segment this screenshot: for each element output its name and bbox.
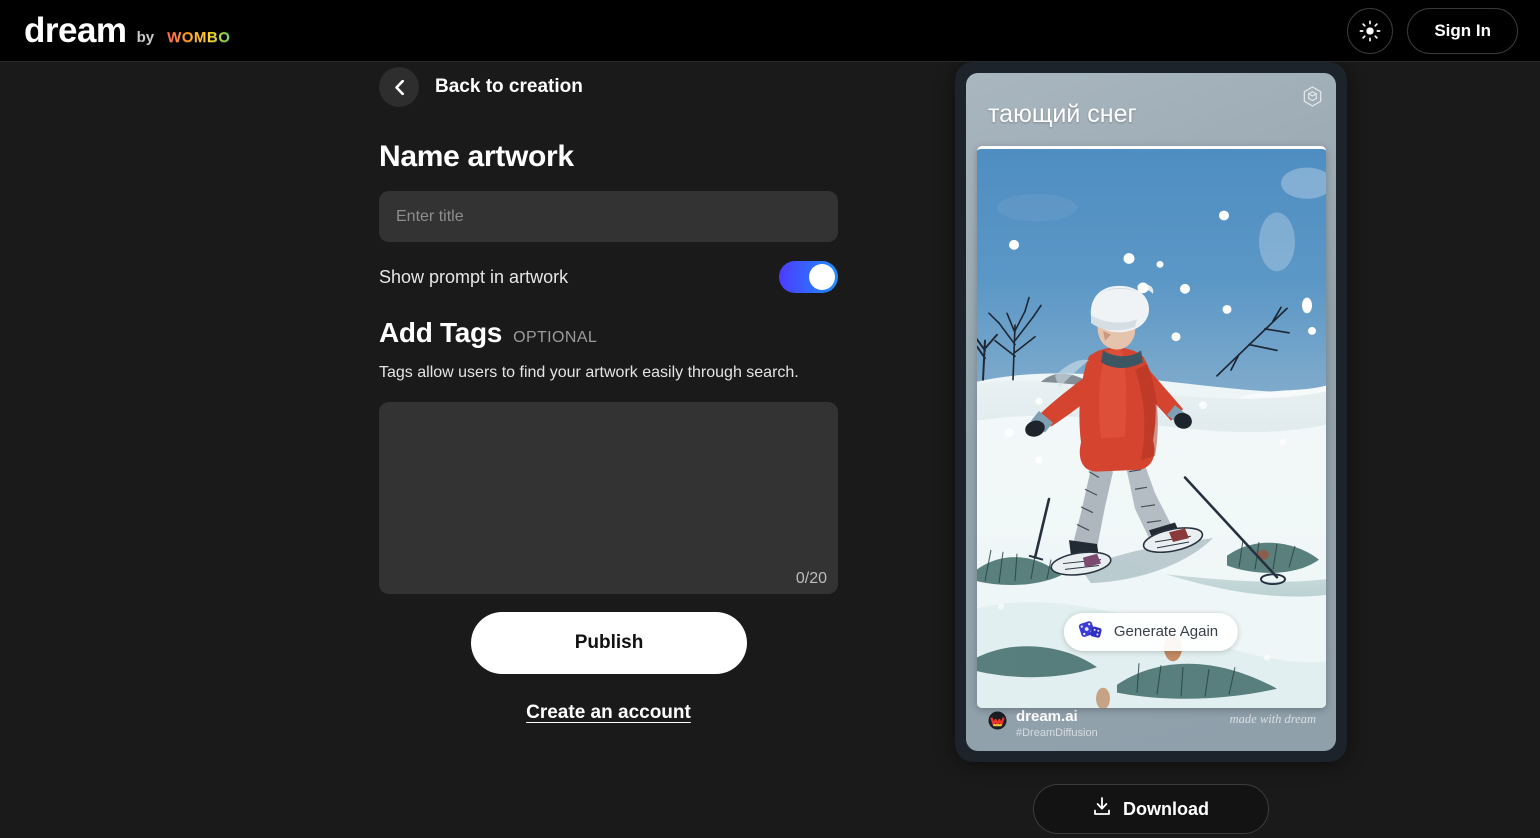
download-icon: [1093, 797, 1111, 821]
back-to-creation-button[interactable]: Back to creation: [379, 67, 839, 107]
add-tags-heading: Add Tags: [379, 317, 502, 349]
artwork-card: тающий снег: [966, 73, 1336, 751]
footer-hashtag: #DreamDiffusion: [1016, 727, 1098, 739]
theme-toggle-button[interactable]: [1347, 8, 1393, 54]
download-label: Download: [1123, 799, 1209, 820]
artwork-image: Generate Again: [977, 146, 1326, 708]
artwork-card-frame: тающий снег: [955, 62, 1347, 762]
footer-made-with: made with dream: [1230, 712, 1316, 727]
show-prompt-row: Show prompt in artwork: [379, 261, 838, 293]
artwork-card-footer: dream.ai #DreamDiffusion made with dream: [980, 708, 1322, 739]
chevron-left-icon: [379, 67, 419, 107]
publish-form: Back to creation Name artwork Show promp…: [379, 62, 839, 724]
generate-again-label: Generate Again: [1114, 623, 1218, 640]
download-button[interactable]: Download: [1033, 784, 1269, 834]
tags-counter: 0/20: [796, 570, 827, 588]
wombo-wordmark: WOMBO: [164, 29, 233, 46]
back-to-creation-label: Back to creation: [435, 76, 583, 98]
artwork-preview-panel: тающий снег: [955, 62, 1347, 834]
main-content: Back to creation Name artwork Show promp…: [0, 62, 1540, 838]
show-prompt-label: Show prompt in artwork: [379, 267, 568, 288]
artwork-title-input[interactable]: [379, 191, 838, 242]
wombo-logo-icon: [988, 711, 1007, 730]
tags-input-area[interactable]: 0/20: [379, 402, 838, 594]
footer-brand-name: dream.ai: [1016, 708, 1098, 725]
footer-text-group: dream.ai #DreamDiffusion: [1016, 708, 1098, 739]
add-tags-optional-label: OPTIONAL: [513, 329, 597, 347]
sun-icon: [1359, 20, 1381, 42]
create-account-link[interactable]: Create an account: [379, 702, 838, 724]
add-tags-heading-row: Add Tags OPTIONAL: [379, 317, 839, 349]
dice-icon: [1078, 620, 1104, 644]
toggle-knob: [809, 264, 835, 290]
show-prompt-toggle[interactable]: [779, 261, 838, 293]
header-actions: Sign In: [1347, 8, 1518, 54]
app-header: dream by WOMBO Sign In: [0, 0, 1540, 62]
add-tags-description: Tags allow users to find your artwork ea…: [379, 362, 809, 383]
publish-button[interactable]: Publish: [471, 612, 747, 674]
brand-by-text: by: [137, 29, 155, 46]
sign-in-button[interactable]: Sign In: [1407, 8, 1518, 54]
cube-3d-icon[interactable]: [1303, 86, 1322, 112]
brand-logo[interactable]: dream by WOMBO: [24, 13, 233, 48]
artwork-title: тающий снег: [988, 101, 1322, 129]
name-artwork-heading: Name artwork: [379, 140, 839, 174]
generate-again-button[interactable]: Generate Again: [1064, 613, 1238, 651]
brand-dream-text: dream: [24, 13, 127, 48]
